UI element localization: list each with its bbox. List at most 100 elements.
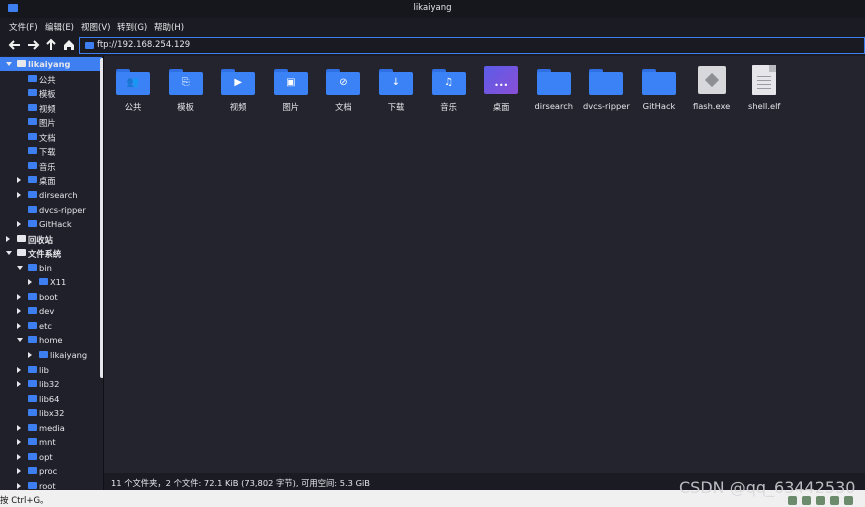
folder-icon [28,467,37,475]
expander-right-icon[interactable] [28,352,32,358]
file-item[interactable]: ⎘ 模板 [160,64,212,114]
sidebar-item[interactable]: mnt [0,435,102,449]
host-hint-text: 按 Ctrl+G。 [0,496,49,506]
sidebar-item[interactable]: dvcs-ripper [0,203,102,217]
location-bar[interactable]: ftp://192.168.254.129 [79,37,865,54]
sidebar-item[interactable]: 视频 [0,101,102,115]
expander-right-icon[interactable] [17,439,21,446]
file-item[interactable]: shell.elf [738,64,790,114]
expander-down-icon[interactable] [6,251,12,256]
file-item[interactable]: ↓ 下载 [370,64,422,114]
sidebar-item[interactable]: 下载 [0,144,102,158]
expander-right-icon[interactable] [17,482,21,489]
home-icon[interactable] [62,38,76,52]
file-item[interactable]: ••• 桌面 [475,64,527,114]
file-item[interactable]: ▶ 视频 [212,64,264,114]
tray-icon[interactable] [830,496,839,505]
sidebar-item-label: dirsearch [39,189,78,200]
sidebar-item-label: 文档 [39,132,56,143]
sidebar-item[interactable]: 回收站 [0,232,102,246]
expander-right-icon[interactable] [17,424,21,431]
sidebar-item[interactable]: dev [0,304,102,318]
sidebar-item[interactable]: 图片 [0,115,102,129]
tray-icon[interactable] [816,496,825,505]
up-arrow-icon[interactable] [44,38,58,52]
sidebar-item[interactable]: 文件系统 [0,246,102,260]
file-item[interactable]: ⊘ 文档 [317,64,369,114]
sidebar-item[interactable]: 音乐 [0,159,102,173]
sidebar-item-label: root [39,480,56,490]
menu-file[interactable]: 文件(F) [9,21,38,33]
file-item[interactable]: 👥 公共 [107,64,159,114]
sidebar-item-label: lib [39,364,49,375]
expander-right-icon[interactable] [17,177,21,184]
expander-down-icon[interactable] [17,265,23,270]
sidebar-item[interactable]: 文档 [0,130,102,144]
tray-icon[interactable] [844,496,853,505]
menu-edit[interactable]: 编辑(E) [45,21,74,33]
expander-right-icon[interactable] [28,279,32,286]
sidebar-item[interactable]: 桌面 [0,173,102,187]
folder-glyph: 👥 [126,77,140,88]
sidebar-item[interactable]: lib [0,363,102,377]
sidebar-item-label: lib64 [39,393,60,404]
expander-right-icon[interactable] [17,322,21,329]
file-item[interactable]: GitHack [633,64,685,114]
sidebar-item[interactable]: dirsearch [0,188,102,202]
sidebar-item[interactable]: opt [0,450,102,464]
expander-right-icon[interactable] [17,308,21,315]
sidebar-item[interactable]: likaiyang [0,348,102,362]
music-icon: ♫ [431,69,466,95]
sidebar-item[interactable]: lib32 [0,377,102,391]
file-item[interactable]: ▣ 图片 [265,64,317,114]
folder-icon [28,161,37,169]
menu-help[interactable]: 帮助(H) [154,21,184,33]
expander-right-icon[interactable] [17,366,21,373]
sidebar-item[interactable]: boot [0,290,102,304]
sidebar-item[interactable]: etc [0,319,102,333]
menu-go[interactable]: 转到(G) [117,21,147,33]
sidebar-item[interactable]: 公共 [0,72,102,86]
expander-right-icon[interactable] [6,235,10,242]
file-item[interactable]: dvcs-ripper [580,64,632,114]
sidebar-item[interactable]: X11 [0,275,102,289]
menu-bar: 文件(F) 编辑(E) 视图(V) 转到(G) 帮助(H) [0,18,865,35]
sidebar-item[interactable]: bin [0,261,102,275]
menu-view[interactable]: 视图(V) [81,21,110,33]
expander-down-icon[interactable] [6,62,12,66]
sidebar-item[interactable]: 模板 [0,86,102,100]
expander-right-icon[interactable] [17,293,21,300]
file-item[interactable]: dirsearch [528,64,580,114]
upload-home-icon [17,60,26,67]
folder-icon [28,190,37,198]
folder-icon [28,74,37,82]
sidebar-item-label: bin [39,262,52,273]
trash-icon [17,234,26,242]
sidebar-item[interactable]: root [0,479,102,490]
sidebar-item[interactable]: GitHack [0,217,102,231]
expander-right-icon[interactable] [17,453,21,460]
tray-icon[interactable] [788,496,797,505]
sidebar-item[interactable]: media [0,421,102,435]
sidebar-item[interactable]: home [0,333,102,347]
back-arrow-icon[interactable] [8,38,22,52]
folder-icon [28,220,37,228]
folder-glyph: ⊘ [339,77,348,88]
watermark: CSDN @qq_63442530 [679,478,856,497]
file-item[interactable]: flash.exe [686,64,738,114]
location-input[interactable]: ftp://192.168.254.129 [97,40,190,50]
expander-right-icon[interactable] [17,191,21,198]
expander-down-icon[interactable] [17,338,23,343]
expander-right-icon[interactable] [17,381,21,388]
tray-icon[interactable] [802,496,811,505]
sidebar-item[interactable]: libx32 [0,406,102,420]
expander-right-icon[interactable] [17,221,21,228]
sidebar-item[interactable]: likaiyang [0,57,102,71]
file-item[interactable]: ♫ 音乐 [423,64,475,114]
sidebar-item-label: X11 [50,277,67,288]
home-folder-icon [39,351,48,358]
expander-right-icon[interactable] [17,468,21,475]
sidebar-item[interactable]: lib64 [0,392,102,406]
sidebar-item[interactable]: proc [0,464,102,478]
forward-arrow-icon[interactable] [26,38,40,52]
